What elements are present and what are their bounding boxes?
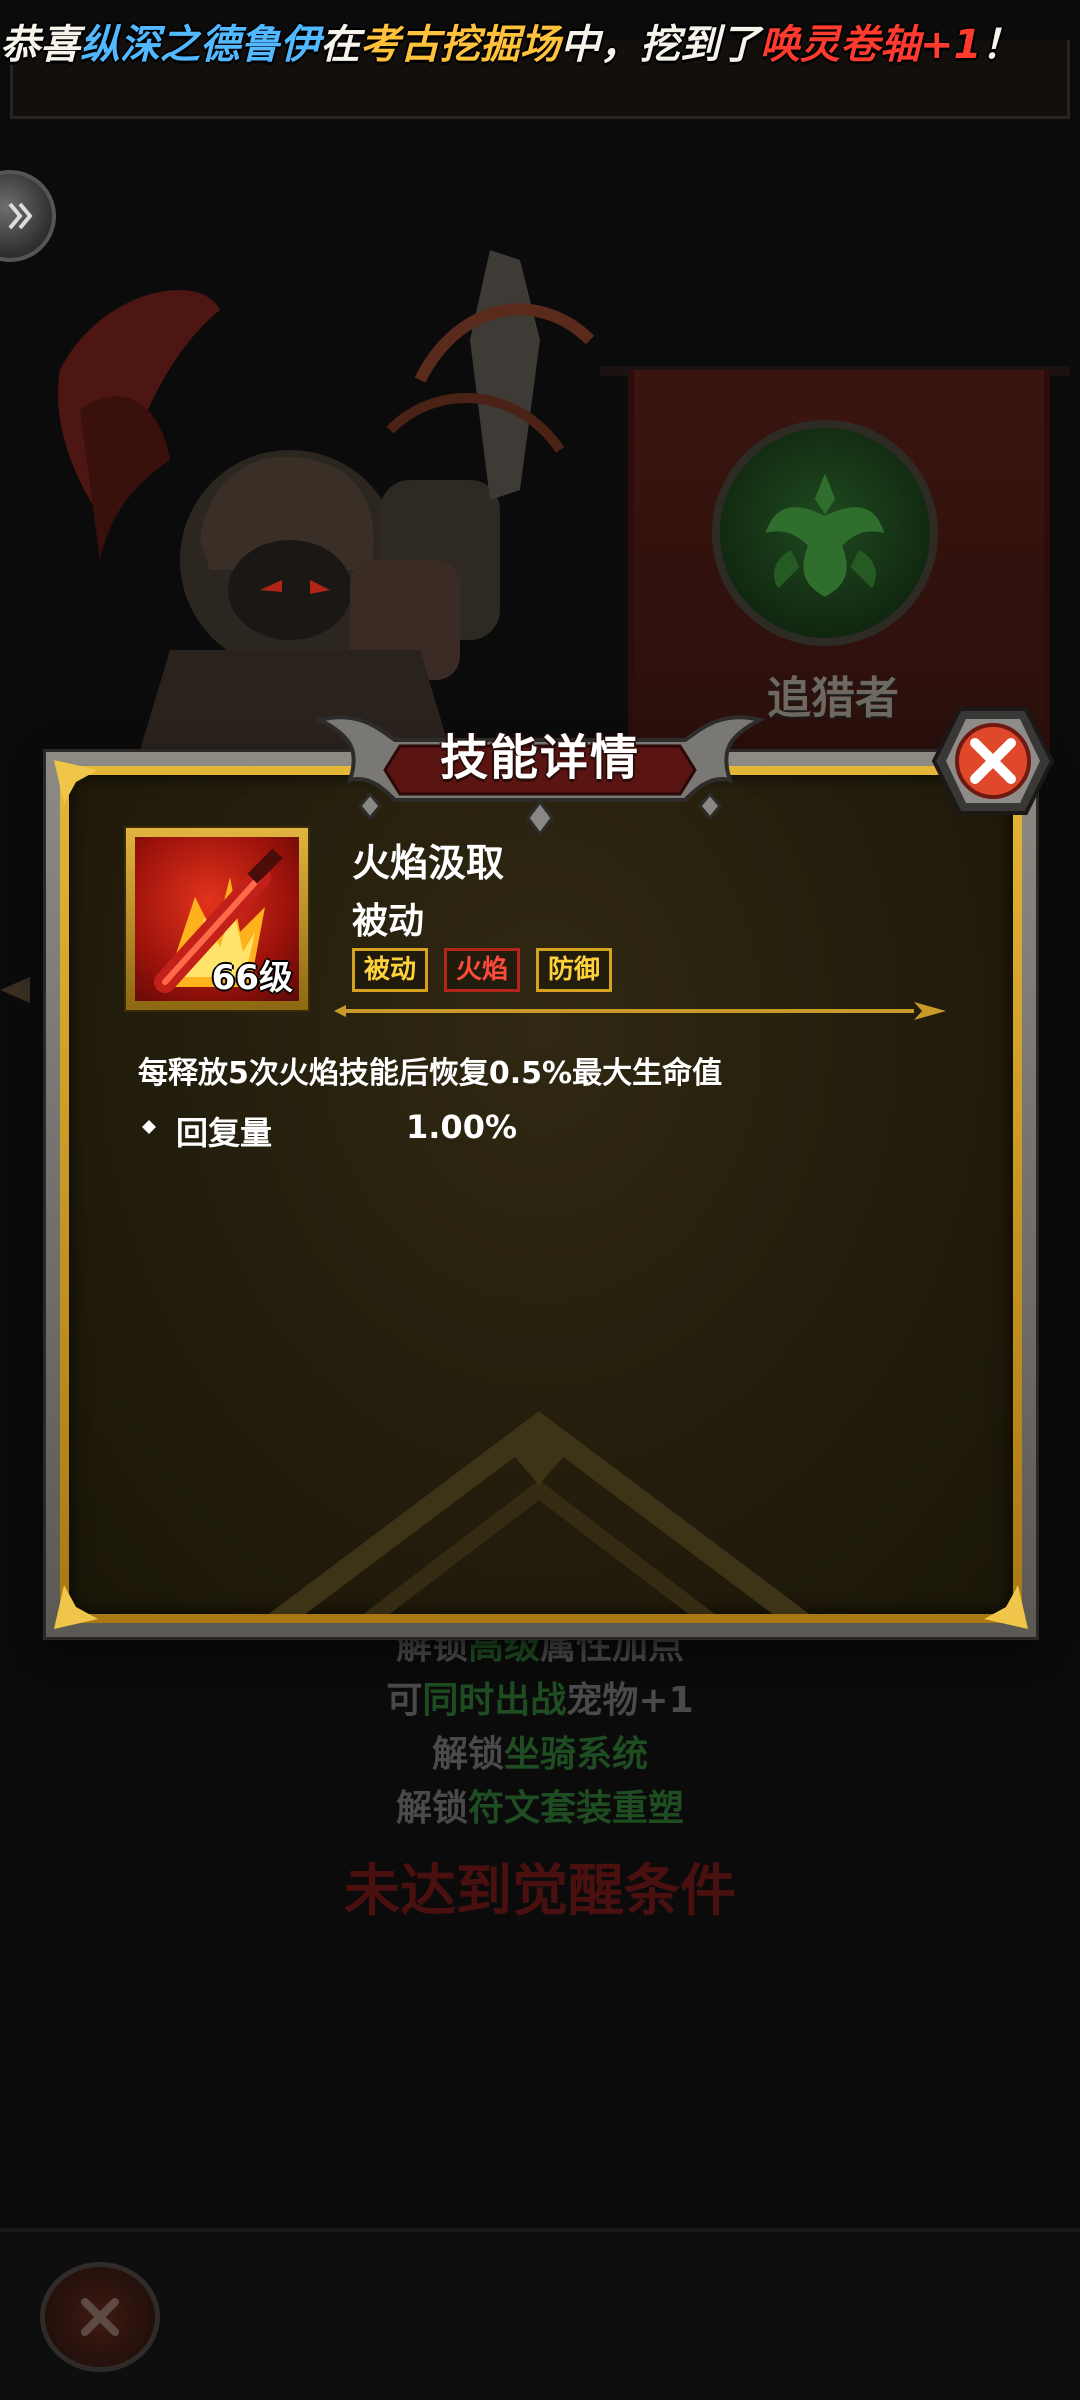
skill-tags: 被动 火焰 防御: [352, 948, 613, 992]
skill-tag-defense: 防御: [536, 948, 613, 992]
skill-tag-passive: 被动: [352, 948, 429, 992]
stat-value: 1.00%: [406, 1108, 518, 1146]
corner-ornament: [54, 760, 98, 804]
dialog-close-button[interactable]: [930, 705, 1056, 817]
decorative-crest: [268, 1411, 810, 1614]
class-emblem: [712, 420, 938, 646]
awaken-info: 解锁高级属性加点 可同时出战宠物+1 解锁坐骑系统 解锁符文套装重塑 未达到觉醒…: [0, 1620, 1080, 1932]
unlock-line: 可同时出战宠物+1: [386, 1680, 694, 1721]
left-arrow-icon: [0, 977, 30, 1003]
double-chevron-right-icon: [8, 202, 33, 230]
announcement-marquee: 恭喜纵深之德鲁伊在考古挖掘场中，挖到了唤灵卷轴+1！: [0, 22, 1022, 68]
unlock-line: 解锁符文套装重塑: [395, 1788, 685, 1829]
skill-tag-fire: 火焰: [444, 948, 521, 992]
antler-crest-icon: [765, 473, 885, 597]
stat-label: 回复量: [176, 1114, 273, 1152]
background-close-button[interactable]: [40, 2262, 160, 2372]
hero-character-art: [58, 250, 595, 750]
dialog-title: 技能详情: [439, 730, 640, 786]
divider-arrow: [334, 1002, 946, 1020]
corner-ornament: [54, 1585, 98, 1629]
skill-description: 每释放5次火焰技能后恢复0.5%最大生命值: [138, 1056, 723, 1091]
diamond-bullet-icon: [142, 1120, 156, 1134]
skill-type: 被动: [352, 901, 425, 942]
skill-icon-frame: 66级: [126, 828, 308, 1010]
unlock-line: 解锁坐骑系统: [431, 1734, 649, 1775]
skill-name: 火焰汲取: [352, 841, 505, 885]
bottom-bar: [0, 2228, 1080, 2400]
awaken-warning: 未达到觉醒条件: [344, 1859, 736, 1924]
stat-row: 回复量 1.00%: [138, 1106, 638, 1152]
skill-level: 66级: [211, 958, 293, 998]
corner-ornament: [984, 1585, 1028, 1629]
skill-icon: 66级: [135, 837, 299, 1001]
close-x-icon: [81, 2298, 119, 2336]
